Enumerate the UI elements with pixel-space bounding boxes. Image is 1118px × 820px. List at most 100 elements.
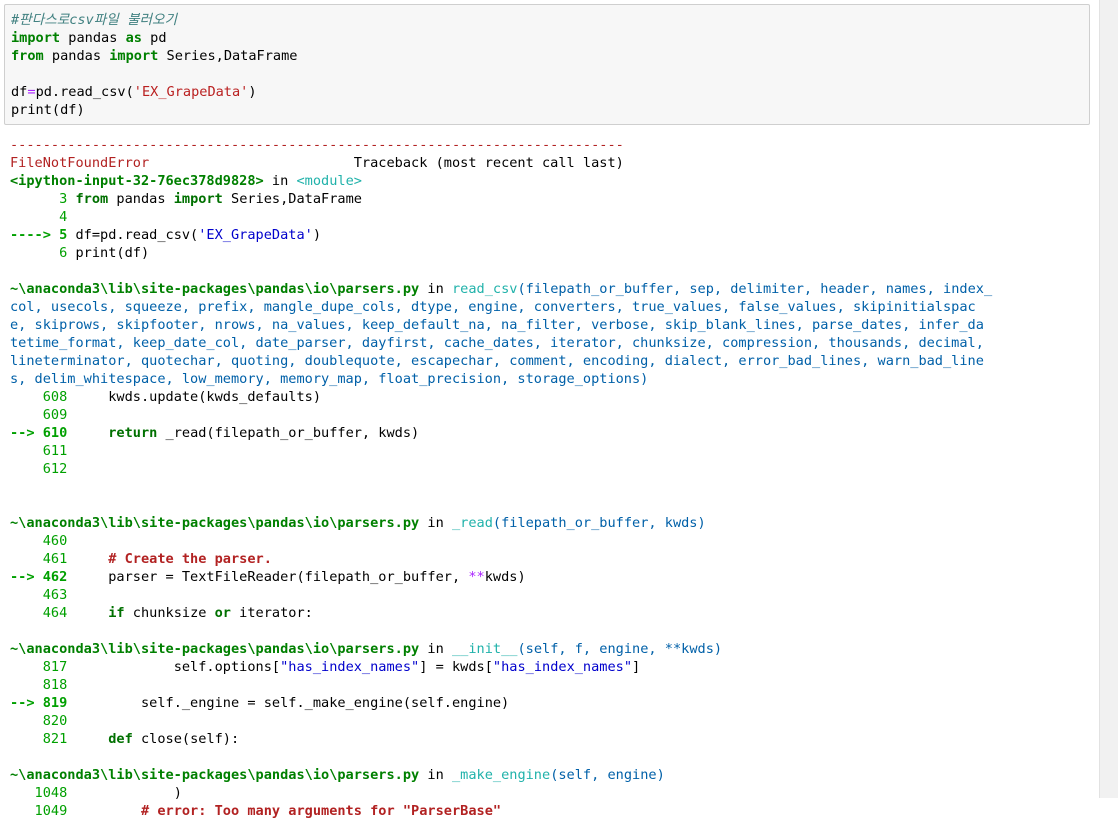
module-name: pandas [43,48,110,64]
csv-filename-string: 'EX_GrapeData' [133,84,249,100]
frame-3-line-464: 464 if chunksize or iterator: [10,604,1090,622]
print-statement: print(df) [11,102,85,118]
variable-df: df [11,84,28,100]
frame-2-header: ~\anaconda3\lib\site-packages\pandas\io\… [10,280,1090,298]
file-path: ~\anaconda3\lib\site-packages\pandas\io\… [10,641,420,657]
line-number: 612 [10,461,68,477]
file-path: ~\anaconda3\lib\site-packages\pandas\io\… [10,281,420,297]
code-comment: #판다스로csv파일 불러오기 [11,12,177,28]
function-signature: s, delim_whitespace, low_memory, memory_… [10,371,649,387]
in-word: in [263,173,297,189]
code-line-5: df=pd.read_csv('EX_GrapeData') [11,83,1089,101]
function-signature: (filepath_or_buffer, sep, delimiter, hea… [517,281,993,297]
frame-5-line-1049: 1049 # error: Too many arguments for "Pa… [10,802,1090,820]
line-number: 817 [10,659,76,675]
keyword-from: from [75,191,109,207]
keyword-def: def [75,731,133,747]
code-text: ) [75,785,182,801]
function-signature: (filepath_or_buffer, kwds) [492,515,706,531]
assign-operator: = [27,84,36,100]
keyword-as: as [125,30,142,46]
error-name: FileNotFoundError [10,155,150,171]
line-number: 820 [10,713,68,729]
frame-1-line-6: 6 print(df) [10,244,1090,262]
function-signature: e, skiprows, skipfooter, nrows, na_value… [10,317,984,333]
frame-3-line-462: --> 462 parser = TextFileReader(filepath… [10,568,1090,586]
frame-5-header: ~\anaconda3\lib\site-packages\pandas\io\… [10,766,1090,784]
code-text: iterator: [231,605,313,621]
code-input-cell[interactable]: #판다스로csv파일 불러오기 import pandas as pd from… [4,4,1090,125]
close-paren: ) [312,227,322,243]
line-number: 1049 [10,803,76,819]
file-path: ~\anaconda3\lib\site-packages\pandas\io\… [10,767,420,783]
code-text: ] [632,659,641,675]
keyword-import: import [11,30,61,46]
kwargs-operator: ** [468,569,485,585]
line-number: 818 [10,677,68,693]
line-number: 6 [10,245,76,261]
code-comment: # Create the parser. [75,551,272,567]
string-literal: "has_index_names" [280,659,420,675]
line-number: 1048 [10,785,76,801]
keyword-from: from [11,48,44,64]
function-signature: tetime_format, keep_date_col, date_parse… [10,335,984,351]
code-text: _read(filepath_or_buffer, kwds) [157,425,420,441]
line-number: 4 [10,209,68,225]
frame-4-line-820: 820 [10,712,1090,730]
file-path: ~\anaconda3\lib\site-packages\pandas\io\… [10,515,420,531]
code-text: chunksize [124,605,215,621]
function-name: __init__ [451,641,518,657]
code-line-3: from pandas import Series,DataFrame [11,47,1089,65]
function-name: _read [451,515,493,531]
in-word: in [419,515,452,531]
line-number: 611 [10,443,68,459]
traceback-separator: ----------------------------------------… [10,137,624,153]
frame-1-line-5: ----> 5 df=pd.read_csv('EX_GrapeData') [10,226,1090,244]
code-line-6: print(df) [11,101,1089,119]
in-word: in [419,641,452,657]
function-name: read_csv [451,281,518,297]
function-signature: lineterminator, quotechar, quoting, doub… [10,353,984,369]
line-number: 463 [10,587,68,603]
module-name: pandas [108,191,174,207]
frame-3-header: ~\anaconda3\lib\site-packages\pandas\io\… [10,514,1090,532]
import-names: Series,DataFrame [222,191,362,207]
frame-3-line-461: 461 # Create the parser. [10,550,1090,568]
frame-2-line-612: 612 [10,460,1090,478]
current-line-arrow: --> 462 [10,569,76,585]
line-number: 821 [10,731,76,747]
code-text: kwds.update(kwds_defaults) [75,389,322,405]
alias-name: pd [141,30,167,46]
keyword-return: return [75,425,158,441]
import-names: Series,DataFrame [158,48,298,64]
code-text: df=pd.read_csv( [75,227,199,243]
frame-2-line-610: --> 610 return _read(filepath_or_buffer,… [10,424,1090,442]
line-number: 3 [10,191,76,207]
line-number: 609 [10,407,68,423]
code-text: ] = kwds[ [419,659,493,675]
keyword-import: import [173,191,223,207]
line-number: 464 [10,605,76,621]
code-text: print(df) [75,245,150,261]
code-text: close(self): [132,731,240,747]
current-line-arrow: --> 819 [10,695,76,711]
error-output: ----------------------------------------… [10,136,1090,820]
frame-5-line-1048: 1048 ) [10,784,1090,802]
frame-4-header: ~\anaconda3\lib\site-packages\pandas\io\… [10,640,1090,658]
error-header: FileNotFoundError Traceback (most recent… [10,154,1090,172]
in-word: in [419,767,452,783]
read-csv-call: pd.read_csv( [35,84,134,100]
code-text: parser = TextFileReader(filepath_or_buff… [75,569,469,585]
module-name: pandas [60,30,126,46]
frame-4-line-817: 817 self.options["has_index_names"] = kw… [10,658,1090,676]
string-literal: "has_index_names" [492,659,633,675]
frame-3-line-460: 460 [10,532,1090,550]
csv-filename-string: 'EX_GrapeData' [198,227,313,243]
line-number: 460 [10,533,68,549]
frame-1-line-3: 3 from pandas import Series,DataFrame [10,190,1090,208]
vertical-scrollbar[interactable] [1099,0,1118,798]
